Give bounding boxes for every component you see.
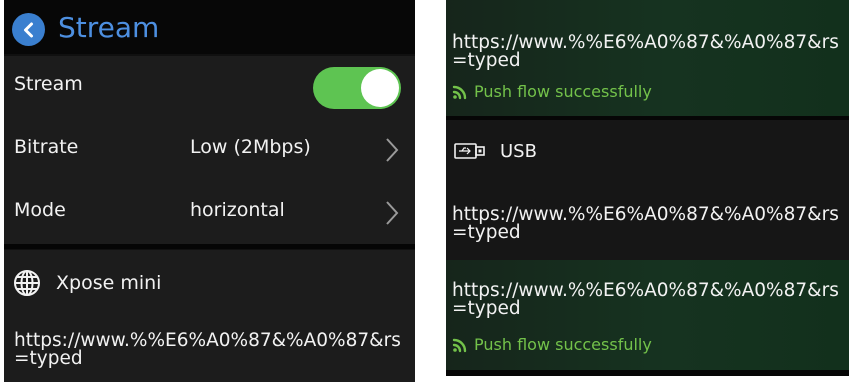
stream-status: Push flow successfully bbox=[452, 335, 652, 354]
back-button[interactable] bbox=[12, 13, 45, 46]
stream-url: https://www.%%E6%A0%87&%A0%87&rs=typed bbox=[452, 280, 839, 319]
stream-url: https://www.%%E6%A0%87&%A0%87&rs=typed bbox=[452, 32, 839, 71]
header-bar: Stream bbox=[4, 0, 415, 54]
page-title: Stream bbox=[58, 11, 160, 44]
status-text: Push flow successfully bbox=[474, 82, 652, 101]
stream-url: https://www.%%E6%A0%87&%A0%87&rs=typed bbox=[14, 330, 401, 369]
divider bbox=[446, 370, 849, 376]
stream-toggle[interactable] bbox=[313, 67, 401, 109]
usb-card: USB https://www.%%E6%A0%87&%A0%87&rs=typ… bbox=[446, 120, 849, 260]
stream-settings-screen: Stream Stream Bitrate Low (2Mbps) Mode h… bbox=[4, 0, 415, 382]
stream-card-success: https://www.%%E6%A0%87&%A0%87&rs=typed P… bbox=[446, 0, 849, 116]
mode-value: horizontal bbox=[190, 199, 285, 221]
usb-label: USB bbox=[500, 140, 537, 162]
chevron-right-icon bbox=[386, 138, 399, 162]
device-name: Xpose mini bbox=[56, 272, 162, 294]
device-panel[interactable]: Xpose mini https://www.%%E6%A0%87&%A0%87… bbox=[4, 250, 415, 382]
signal-icon bbox=[452, 85, 467, 99]
bitrate-value: Low (2Mbps) bbox=[190, 136, 311, 158]
status-text: Push flow successfully bbox=[474, 335, 652, 354]
device-header: Xpose mini bbox=[12, 268, 161, 298]
divider bbox=[4, 244, 415, 249]
mode-row[interactable]: Mode horizontal bbox=[4, 182, 415, 244]
signal-icon bbox=[452, 338, 467, 352]
stream-status-screen: https://www.%%E6%A0%87&%A0%87&rs=typed P… bbox=[446, 0, 849, 376]
usb-icon bbox=[454, 143, 485, 159]
stream-card-success: https://www.%%E6%A0%87&%A0%87&rs=typed P… bbox=[446, 260, 849, 370]
settings-panel: Stream Bitrate Low (2Mbps) Mode horizont… bbox=[4, 56, 415, 244]
stream-status: Push flow successfully bbox=[452, 82, 652, 101]
bitrate-label: Bitrate bbox=[14, 136, 79, 158]
bitrate-row[interactable]: Bitrate Low (2Mbps) bbox=[4, 119, 415, 181]
back-icon bbox=[23, 22, 33, 37]
mode-label: Mode bbox=[14, 199, 66, 221]
stream-label: Stream bbox=[14, 73, 83, 95]
stream-row: Stream bbox=[4, 56, 415, 118]
globe-icon bbox=[14, 270, 40, 296]
toggle-knob bbox=[361, 69, 399, 107]
chevron-right-icon bbox=[386, 201, 399, 225]
stream-url: https://www.%%E6%A0%87&%A0%87&rs=typed bbox=[452, 204, 839, 243]
usb-header: USB bbox=[454, 139, 537, 163]
